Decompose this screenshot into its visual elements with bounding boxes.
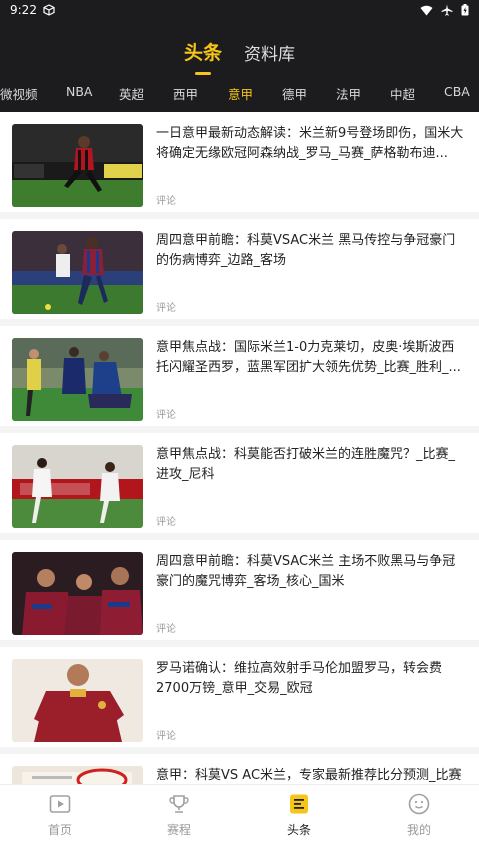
header: 9:22 头条 资料库 微视频 NBA 英超 西甲 意甲 德甲 法甲 中超 CB… (0, 0, 479, 112)
status-time: 9:22 (10, 3, 37, 17)
nav-schedule-label: 赛程 (166, 823, 191, 837)
news-card[interactable]: 意甲焦点战：国际米兰1-0力克莱切，皮奥·埃斯波西托闪耀圣西罗，蓝黑军团扩大领先… (0, 326, 479, 426)
news-icon (288, 793, 310, 815)
nav-profile-label: 我的 (406, 823, 431, 837)
comment-label[interactable]: 评论 (156, 620, 176, 635)
category-tab-la-liga[interactable]: 西甲 (173, 84, 198, 103)
news-card[interactable]: 意甲：科莫VS AC米兰，专家最新推荐比分预测_比赛 评论 (0, 754, 479, 784)
tab-database[interactable]: 资料库 (244, 40, 295, 65)
news-thumbnail (12, 766, 143, 784)
category-tab-serie-a[interactable]: 意甲 (228, 84, 253, 103)
news-title: 周四意甲前瞻：科莫VSAC米兰 黑马传控与争冠豪门的伤病博弈_边路_客场 (156, 233, 456, 268)
news-thumbnail (12, 338, 143, 421)
nav-profile[interactable]: 我的 (379, 793, 459, 838)
comment-label[interactable]: 评论 (156, 192, 176, 207)
news-thumbnail (12, 231, 143, 314)
news-card[interactable]: 一日意甲最新动态解读：米兰新9号登场即伤，国米大将确定无缘欧冠阿森纳战_罗马_马… (0, 112, 479, 212)
nav-schedule[interactable]: 赛程 (139, 793, 219, 838)
news-card[interactable]: 罗马诺确认：维拉高效射手马伦加盟罗马，转会费2700万镑_意甲_交易_欧冠 评论 (0, 647, 479, 747)
category-tab-micro-video[interactable]: 微视频 (0, 84, 38, 103)
category-tab-ligue-1[interactable]: 法甲 (336, 84, 361, 103)
nav-home-label: 首页 (47, 823, 72, 837)
top-tabs: 头条 资料库 (0, 40, 479, 74)
news-title: 意甲：科莫VS AC米兰，专家最新推荐比分预测_比赛 (156, 768, 462, 783)
news-thumbnail (12, 659, 143, 742)
news-title: 周四意甲前瞻：科莫VSAC米兰 主场不败黑马与争冠豪门的魔咒博弈_客场_核心_国… (156, 554, 456, 589)
cube-icon (43, 4, 55, 16)
news-card[interactable]: 周四意甲前瞻：科莫VSAC米兰 黑马传控与争冠豪门的伤病博弈_边路_客场 评论 (0, 219, 479, 319)
comment-label[interactable]: 评论 (156, 727, 176, 742)
bottom-nav: 首页 赛程 头条 我的 (0, 784, 479, 852)
wifi-icon (420, 5, 433, 16)
news-thumbnail (12, 124, 143, 207)
status-bar: 9:22 (0, 0, 479, 20)
news-thumbnail (12, 445, 143, 528)
nav-headlines-label: 头条 (286, 823, 311, 837)
news-title: 罗马诺确认：维拉高效射手马伦加盟罗马，转会费2700万镑_意甲_交易_欧冠 (156, 661, 443, 696)
comment-label[interactable]: 评论 (156, 299, 176, 314)
category-tab-premier-league[interactable]: 英超 (119, 84, 144, 103)
category-tab-csl[interactable]: 中超 (390, 84, 415, 103)
category-tabs: 微视频 NBA 英超 西甲 意甲 德甲 法甲 中超 CBA (0, 84, 479, 102)
trophy-icon (168, 793, 190, 815)
news-title: 意甲焦点战：国际米兰1-0力克莱切，皮奥·埃斯波西托闪耀圣西罗，蓝黑军团扩大领先… (156, 340, 461, 375)
nav-home[interactable]: 首页 (20, 793, 100, 838)
category-tab-cba[interactable]: CBA (444, 84, 470, 99)
category-tab-bundesliga[interactable]: 德甲 (282, 84, 307, 103)
news-feed: 一日意甲最新动态解读：米兰新9号登场即伤，国米大将确定无缘欧冠阿森纳战_罗马_马… (0, 112, 479, 784)
smiley-icon (408, 793, 430, 815)
news-thumbnail (12, 552, 143, 635)
comment-label[interactable]: 评论 (156, 513, 176, 528)
news-title: 一日意甲最新动态解读：米兰新9号登场即伤，国米大将确定无缘欧冠阿森纳战_罗马_马… (156, 126, 464, 161)
tab-headlines[interactable]: 头条 (184, 38, 222, 65)
airplane-icon (441, 4, 453, 16)
news-card[interactable]: 意甲焦点战：科莫能否打破米兰的连胜魔咒？_比赛_进攻_尼科 评论 (0, 433, 479, 533)
comment-label[interactable]: 评论 (156, 406, 176, 421)
nav-headlines[interactable]: 头条 (259, 793, 339, 838)
news-title: 意甲焦点战：科莫能否打破米兰的连胜魔咒？_比赛_进攻_尼科 (156, 447, 456, 482)
category-tab-nba[interactable]: NBA (66, 84, 92, 99)
play-screen-icon (49, 793, 71, 815)
news-card[interactable]: 周四意甲前瞻：科莫VSAC米兰 主场不败黑马与争冠豪门的魔咒博弈_客场_核心_国… (0, 540, 479, 640)
battery-icon (461, 4, 469, 16)
